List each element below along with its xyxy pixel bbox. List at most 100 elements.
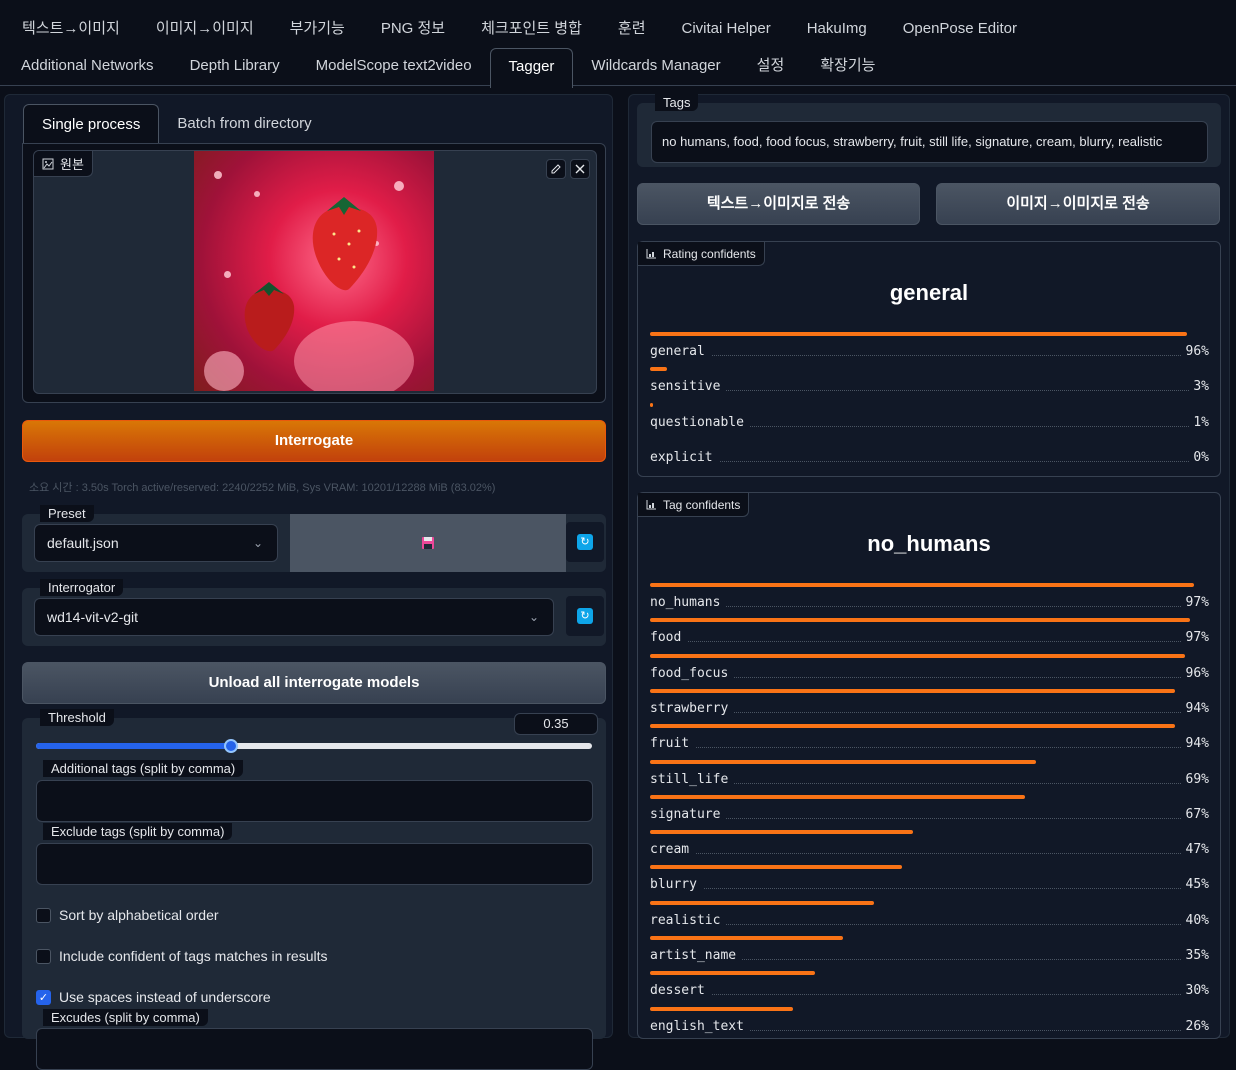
use-spaces-checkbox[interactable]: ✓ [36,989,51,1005]
use-spaces-option[interactable]: ✓ Use spaces instead of underscore [36,989,271,1005]
unload-models-button[interactable]: Unload all interrogate models [22,662,606,704]
refresh-preset-button[interactable]: ↻ [566,522,604,562]
preset-dropdown[interactable]: default.json ⌄ [34,524,278,562]
tab-civitai-helper[interactable]: Civitai Helper [664,11,789,47]
interrogator-dropdown[interactable]: wd14-vit-v2-git ⌄ [34,598,554,636]
image-icon [42,158,54,169]
confidence-name: signature [650,806,727,822]
include-confident-option[interactable]: Include confident of tags matches in res… [36,948,327,964]
excudes-input[interactable] [36,1028,593,1070]
confidence-percent: 67% [1181,806,1209,822]
tab-설정[interactable]: 설정 [739,48,803,84]
confidence-bar [650,583,1195,587]
confidence-percent: 26% [1181,1018,1209,1034]
include-confident-checkbox[interactable] [36,948,51,964]
confidence-percent: 97% [1181,595,1209,610]
tab-부가기능[interactable]: 부가기능 [272,11,363,47]
confidence-bar [650,759,1036,764]
additional-tags-input[interactable] [36,780,593,822]
confidence-percent: 69% [1181,771,1209,787]
image-upload-area[interactable]: 원본 [33,150,597,394]
send-to-txt2img-button[interactable]: 텍스트→이미지로 전송 [637,183,920,225]
confidence-name: food [650,630,688,646]
tags-output[interactable]: no humans, food, food focus, strawberry,… [651,121,1208,163]
tab-확장기능[interactable]: 확장기능 [802,48,893,84]
tab-hakuimg[interactable]: HakuImg [789,11,885,47]
image-label-text: 원본 [60,157,84,172]
confidence-leader [650,641,1209,643]
confidence-item: questionable 1% [650,402,1209,438]
confidence-name: blurry [650,877,703,893]
tab-batch-from-directory[interactable]: Batch from directory [159,104,329,144]
confidence-percent: 30% [1181,983,1209,999]
tab-체크포인트-병합[interactable]: 체크포인트 병합 [463,11,600,47]
interrogate-button[interactable]: Interrogate [22,420,606,462]
confidence-leader [650,888,1209,890]
tab-openpose-editor[interactable]: OpenPose Editor [885,11,1035,47]
tab-wildcards-manager[interactable]: Wildcards Manager [573,48,738,84]
confidence-percent: 94% [1181,700,1209,716]
rating-top-label: general [889,280,969,305]
confidence-leader [650,747,1209,749]
interrogator-block: Interrogator wd14-vit-v2-git ⌄ ↻ [22,579,606,646]
confidence-item: food 97% [650,618,1209,653]
confidence-percent: 94% [1181,736,1209,752]
confidence-item: dessert 30% [650,971,1209,1006]
tab-depth-library[interactable]: Depth Library [172,48,298,84]
sort-alpha-option[interactable]: Sort by alphabetical order [36,907,219,923]
main-tab-bar: 텍스트→이미지 이미지→이미지 부가기능 PNG 정보 체크포인트 병합 훈련 Civita… [0,0,1236,88]
exclude-tags-input[interactable] [36,843,593,885]
confidence-name: no_humans [650,595,727,610]
exclude-tags-label: Exclude tags (split by comma) [43,823,233,840]
confidence-leader [650,817,1209,819]
tags-label: Tags [655,94,699,111]
tab-single-process[interactable]: Single process [23,104,160,144]
edit-icon[interactable] [546,159,566,179]
confidence-percent: 45% [1181,877,1209,893]
confidence-percent: 40% [1181,912,1209,928]
confidence-leader [650,994,1209,996]
preset-value: default.json [47,535,119,551]
confidence-name: general [650,344,711,359]
main-tabs-row-1: 텍스트→이미지 이미지→이미지 부가기능 PNG 정보 체크포인트 병합 훈련 Civita… [4,11,1035,47]
tab-modelscope-text2video[interactable]: ModelScope text2video [298,48,490,84]
threshold-number-input[interactable]: 0.35 [514,713,598,735]
confidence-name: dessert [650,983,711,999]
save-preset-button[interactable] [290,514,566,572]
confidence-percent: 96% [1181,344,1209,359]
image-tools [546,159,590,179]
confidence-bar [650,1006,793,1011]
timing-info: 소요 시간 : 3.50s Torch active/reserved: 224… [29,482,496,494]
threshold-slider-thumb[interactable] [223,739,238,753]
confidence-bar [650,936,843,940]
confidence-leader [650,390,1209,392]
tag-confidents-header: Tag confidents [638,493,750,517]
use-spaces-label: Use spaces instead of underscore [59,989,271,1005]
confidence-name: still_life [650,771,735,787]
tab-훈련[interactable]: 훈련 [600,11,664,47]
tab-텍스트-이미지[interactable]: 텍스트→이미지 [4,11,138,47]
chart-icon [646,500,656,510]
close-icon[interactable] [570,159,590,179]
threshold-slider[interactable] [36,739,592,753]
confidence-item: realistic 40% [650,900,1209,936]
tab-additional-networks[interactable]: Additional Networks [3,48,172,84]
send-to-img2img-button[interactable]: 이미지→이미지로 전송 [936,183,1220,225]
confidence-bar [650,688,1176,693]
tab-이미지-이미지[interactable]: 이미지→이미지 [138,11,272,47]
confidence-bar [650,971,815,976]
confidence-percent: 96% [1181,665,1209,681]
preset-label: Preset [40,505,94,522]
confidence-item: explicit 0% [650,438,1209,473]
tagger-output-panel: Tags no humans, food, food focus, strawb… [628,94,1230,1039]
tab-tagger[interactable]: Tagger [489,48,574,88]
refresh-icon: ↻ [577,608,593,624]
sort-alpha-checkbox[interactable] [36,907,51,923]
rating-confidents-label: Rating confidents [663,246,756,261]
refresh-interrogator-button[interactable]: ↻ [566,596,604,636]
tab-png-정보[interactable]: PNG 정보 [363,11,463,47]
sort-alpha-label: Sort by alphabetical order [59,907,219,923]
preset-block: Preset default.json ⌄ ↻ [22,505,606,572]
interrogator-value: wd14-vit-v2-git [47,609,139,625]
confidence-name: questionable [650,414,750,430]
